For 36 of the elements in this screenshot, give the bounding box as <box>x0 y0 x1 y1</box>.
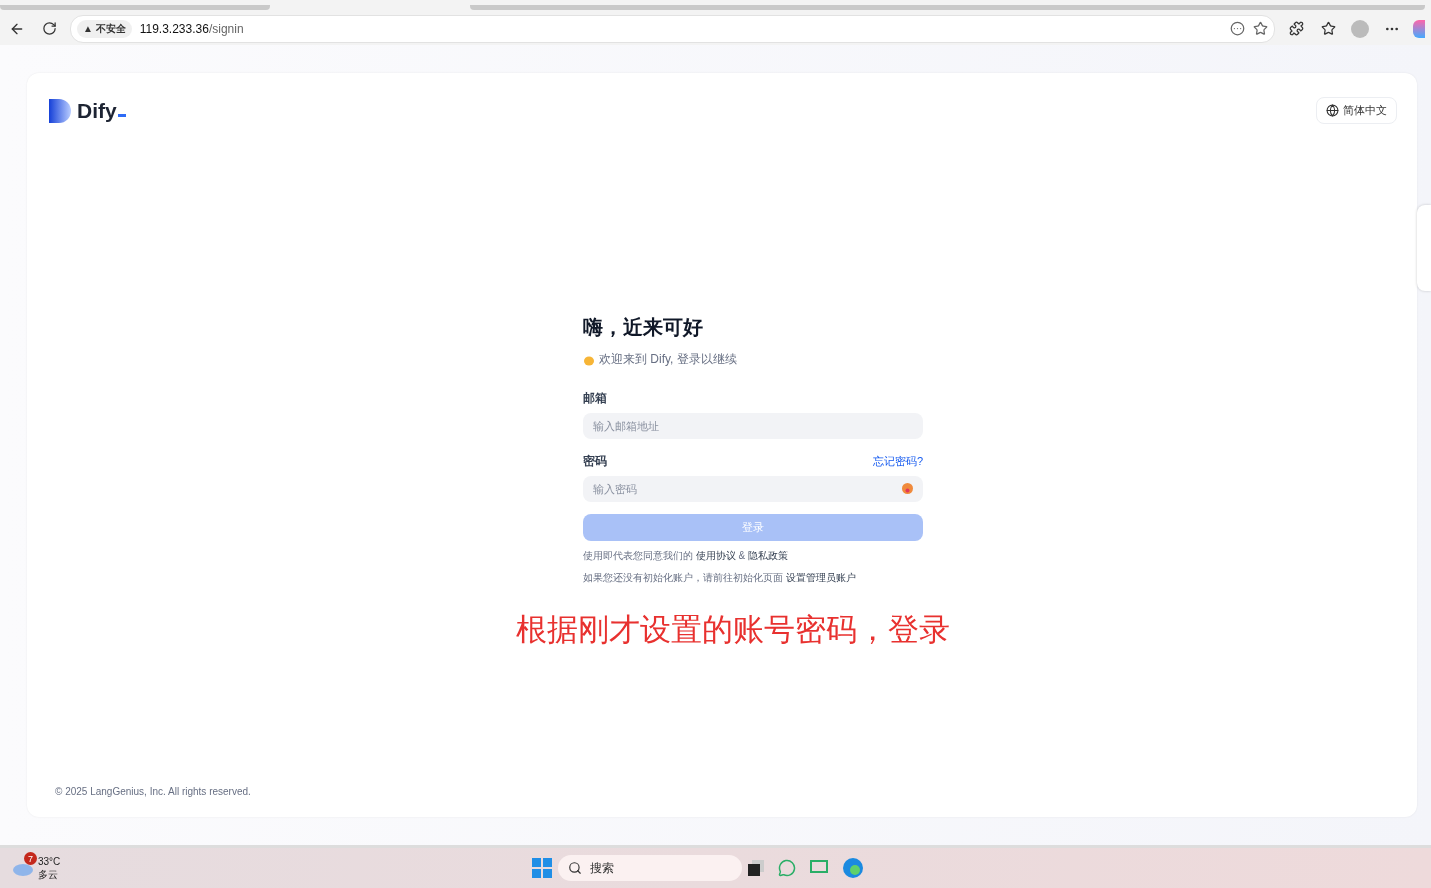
weather-condition-text: 多云 <box>38 868 59 881</box>
puzzle-icon[interactable] <box>1288 21 1304 36</box>
copilot-icon[interactable] <box>1413 19 1425 38</box>
reload-icon[interactable] <box>41 21 57 36</box>
start-button-icon[interactable] <box>532 858 552 878</box>
notification-badge: 7 <box>24 852 37 865</box>
init-text: 如果您还没有初始化账户，请前往初始化页面 设置管理员账户 <box>583 571 857 585</box>
privacy-link[interactable]: 隐私政策 <box>748 550 788 561</box>
favorite-star-icon[interactable] <box>1253 21 1268 36</box>
annotation-text: 根据刚才设置的账号密码，登录 <box>516 611 950 649</box>
terms-text: 使用即代表您同意我们的 使用协议 & 隐私政策 <box>583 549 789 563</box>
search-icon <box>568 861 582 875</box>
setup-admin-link[interactable]: 设置管理员账户 <box>785 572 856 583</box>
show-password-emoji-icon[interactable] <box>902 483 913 494</box>
password-field[interactable]: 输入密码 <box>583 476 923 502</box>
globe-icon <box>1326 104 1339 117</box>
terms-link[interactable]: 使用协议 <box>695 550 736 561</box>
logo-cursor-icon <box>117 113 126 117</box>
language-button[interactable]: 简体中文 <box>1316 97 1397 124</box>
welcome-subtitle: 欢迎来到 Dify, 登录以继续 <box>599 351 737 368</box>
temperature-text: 33°C <box>38 855 61 868</box>
url-text: 119.3.233.36/signin <box>139 21 245 36</box>
field-label: 密码 <box>583 453 607 470</box>
taskbar-search[interactable]: 搜索 <box>558 855 742 881</box>
logo-text: Dify <box>77 98 117 123</box>
copyright-text: © 2025 LangGenius, Inc. All rights reserved. <box>54 786 252 797</box>
favorites-icon[interactable] <box>1320 21 1336 36</box>
task-view-icon[interactable] <box>748 860 764 876</box>
welcome-title: 嗨，近来可好 <box>583 315 704 340</box>
security-badge[interactable]: ▲ 不安全 <box>77 19 132 38</box>
address-bar[interactable]: ▲ 不安全 119.3.233.36/signin <box>70 14 1275 43</box>
logo-icon <box>49 98 71 123</box>
field-label: 邮箱 <box>583 390 607 407</box>
reading-mode-icon[interactable] <box>1230 21 1245 36</box>
forgot-password-link[interactable]: 忘记密码? <box>872 454 923 469</box>
email-field[interactable]: 输入邮箱地址 <box>583 413 923 439</box>
